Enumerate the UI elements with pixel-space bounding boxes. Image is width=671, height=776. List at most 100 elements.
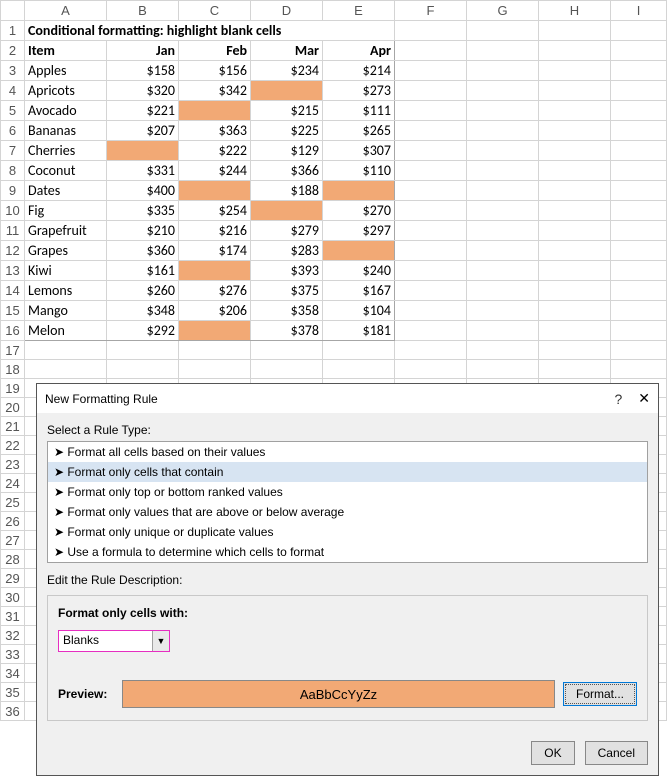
cell[interactable] xyxy=(611,21,667,41)
cell[interactable]: $375 xyxy=(251,281,323,301)
select-all-corner[interactable] xyxy=(1,1,25,21)
cell[interactable]: $214 xyxy=(323,61,395,81)
cell[interactable] xyxy=(395,141,467,161)
cell[interactable]: $307 xyxy=(323,141,395,161)
cell[interactable]: $210 xyxy=(107,221,179,241)
cell[interactable] xyxy=(611,201,667,221)
cell[interactable] xyxy=(611,221,667,241)
cell[interactable] xyxy=(539,141,611,161)
help-icon[interactable]: ? xyxy=(614,391,622,407)
cell[interactable]: $265 xyxy=(323,121,395,141)
format-button[interactable]: Format... xyxy=(563,682,637,706)
cell[interactable]: $111 xyxy=(323,101,395,121)
cell[interactable] xyxy=(611,41,667,61)
cell[interactable]: Lemons xyxy=(25,281,107,301)
cell[interactable]: $174 xyxy=(179,241,251,261)
cell[interactable]: Apr xyxy=(323,41,395,61)
cell[interactable] xyxy=(395,341,467,360)
cell[interactable]: $158 xyxy=(107,61,179,81)
cell[interactable] xyxy=(323,360,395,379)
cell[interactable]: $363 xyxy=(179,121,251,141)
cell[interactable] xyxy=(395,101,467,121)
cell[interactable] xyxy=(467,341,539,360)
rule-type-item[interactable]: ➤ Format only top or bottom ranked value… xyxy=(48,482,647,502)
cell[interactable]: Apricots xyxy=(25,81,107,101)
row-header[interactable]: 17 xyxy=(1,341,25,360)
cell[interactable] xyxy=(467,21,539,41)
cell[interactable]: $393 xyxy=(251,261,323,281)
row-header[interactable]: 10 xyxy=(1,201,25,221)
cell[interactable]: Coconut xyxy=(25,161,107,181)
cell[interactable] xyxy=(611,281,667,301)
col-header[interactable]: D xyxy=(251,1,323,21)
cell[interactable]: $331 xyxy=(107,161,179,181)
row-header[interactable]: 15 xyxy=(1,301,25,321)
row-header[interactable]: 13 xyxy=(1,261,25,281)
cell[interactable] xyxy=(107,141,179,161)
cell[interactable] xyxy=(467,221,539,241)
cell[interactable] xyxy=(467,281,539,301)
cell[interactable] xyxy=(539,81,611,101)
cell[interactable] xyxy=(539,181,611,201)
row-header[interactable]: 26 xyxy=(1,512,25,531)
cell[interactable] xyxy=(395,281,467,301)
cell[interactable] xyxy=(539,360,611,379)
cell[interactable]: Apples xyxy=(25,61,107,81)
row-header[interactable]: 32 xyxy=(1,626,25,645)
cell[interactable]: $207 xyxy=(107,121,179,141)
cell[interactable] xyxy=(179,181,251,201)
cell[interactable]: $297 xyxy=(323,221,395,241)
cell[interactable] xyxy=(395,181,467,201)
col-header[interactable]: E xyxy=(323,1,395,21)
cell[interactable]: $104 xyxy=(323,301,395,321)
cell[interactable] xyxy=(395,201,467,221)
cell[interactable] xyxy=(611,321,667,341)
cell[interactable] xyxy=(107,341,179,360)
rule-type-item[interactable]: ➤ Format all cells based on their values xyxy=(48,442,647,462)
cell[interactable]: $320 xyxy=(107,81,179,101)
cell[interactable] xyxy=(539,241,611,261)
cell[interactable]: $335 xyxy=(107,201,179,221)
cell[interactable] xyxy=(611,241,667,261)
rule-type-list[interactable]: ➤ Format all cells based on their values… xyxy=(47,441,648,563)
cell[interactable] xyxy=(611,101,667,121)
cell[interactable]: Mar xyxy=(251,41,323,61)
cell[interactable] xyxy=(539,21,611,41)
cell[interactable] xyxy=(467,161,539,181)
cell[interactable] xyxy=(467,241,539,261)
row-header[interactable]: 3 xyxy=(1,61,25,81)
row-header[interactable]: 8 xyxy=(1,161,25,181)
row-header[interactable]: 21 xyxy=(1,417,25,436)
cell[interactable]: $360 xyxy=(107,241,179,261)
cell[interactable]: Feb xyxy=(179,41,251,61)
cell[interactable]: Dates xyxy=(25,181,107,201)
cell[interactable]: $273 xyxy=(323,81,395,101)
cell[interactable]: $225 xyxy=(251,121,323,141)
cell[interactable] xyxy=(467,101,539,121)
cell[interactable] xyxy=(467,41,539,61)
row-header[interactable]: 31 xyxy=(1,607,25,626)
cell[interactable] xyxy=(179,261,251,281)
col-header[interactable]: A xyxy=(25,1,107,21)
row-header[interactable]: 34 xyxy=(1,664,25,683)
cell[interactable] xyxy=(395,221,467,241)
cell[interactable]: Item xyxy=(25,41,107,61)
cell[interactable] xyxy=(395,241,467,261)
cell[interactable] xyxy=(467,121,539,141)
chevron-down-icon[interactable]: ▼ xyxy=(152,631,169,651)
cell[interactable] xyxy=(395,21,467,41)
row-header[interactable]: 11 xyxy=(1,221,25,241)
cell[interactable]: $167 xyxy=(323,281,395,301)
row-header[interactable]: 22 xyxy=(1,436,25,455)
cell[interactable]: Melon xyxy=(25,321,107,341)
col-header[interactable]: I xyxy=(611,1,667,21)
cell[interactable] xyxy=(467,141,539,161)
cell[interactable] xyxy=(395,360,467,379)
cell[interactable] xyxy=(467,321,539,341)
cell[interactable]: $254 xyxy=(179,201,251,221)
cell[interactable] xyxy=(467,81,539,101)
cell[interactable]: Bananas xyxy=(25,121,107,141)
row-header[interactable]: 35 xyxy=(1,683,25,702)
cell[interactable] xyxy=(107,360,179,379)
cell[interactable] xyxy=(539,161,611,181)
